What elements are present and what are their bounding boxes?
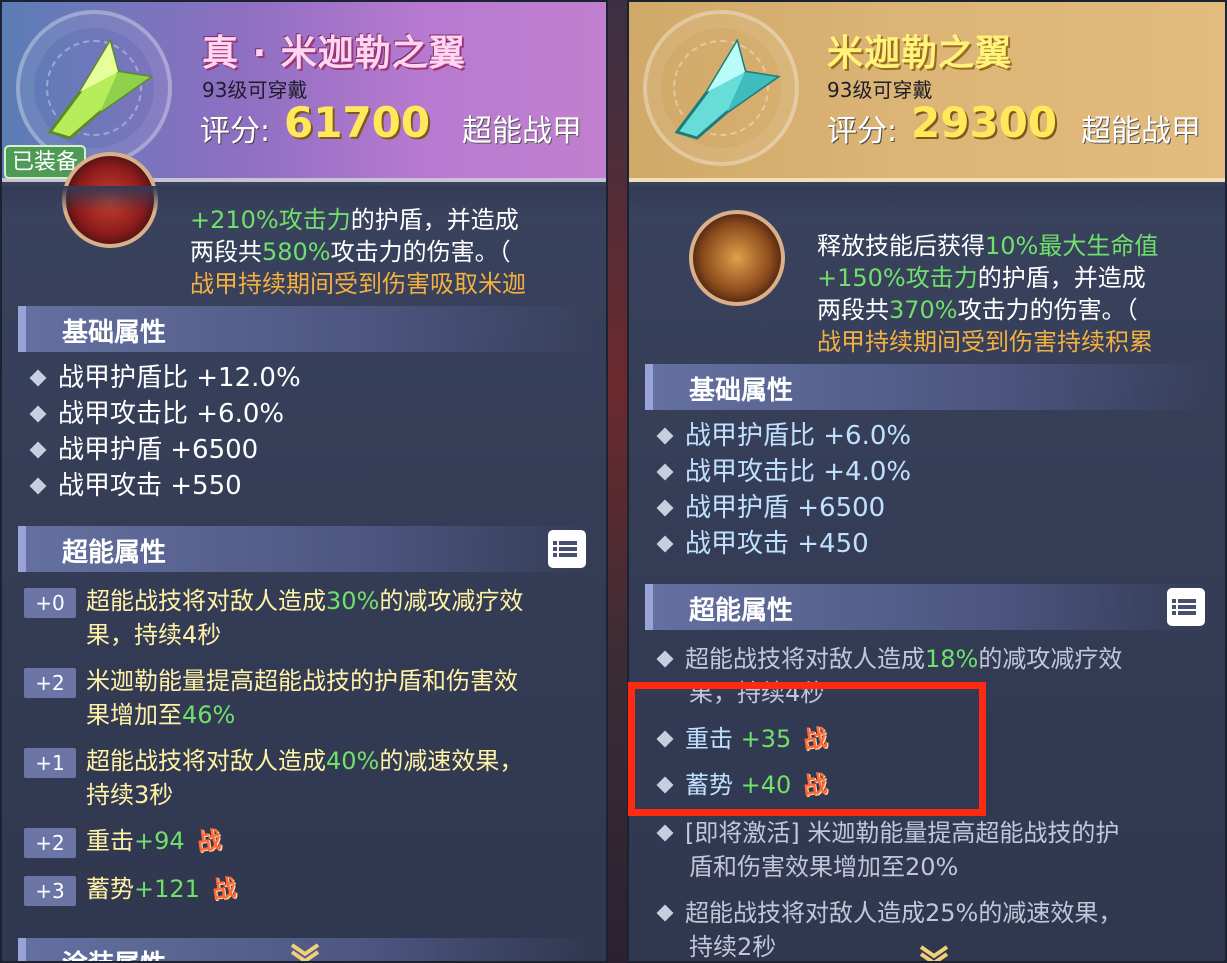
- enhance-badge: +3: [24, 876, 76, 906]
- super-attr-text: 超能战技将对敌人造成25%的减速效果，: [656, 896, 1122, 930]
- diamond-bullet-icon: [656, 427, 674, 445]
- super-attr-text: 持续3秒: [86, 781, 174, 809]
- item-title: 米迦勒之翼: [827, 33, 1013, 74]
- super-attr-text: [即将激活] 米迦勒能量提高超能战技的护: [656, 816, 1119, 850]
- enhance-badge: +1: [24, 748, 76, 778]
- wing-icon: [674, 38, 781, 140]
- super-attr-text: 米迦勒能量提高超能战技的护盾和伤害效: [86, 667, 518, 695]
- skill-description-line: 战甲持续期间受到伤害持续积累: [817, 328, 1153, 356]
- base-attr-row: 战甲护盾比 +12.0%: [29, 360, 301, 396]
- diamond-bullet-icon: [29, 441, 47, 459]
- section-super-attributes: 超能属性: [18, 526, 594, 572]
- skill-description-line: 两段共580%攻击力的伤害。（: [190, 238, 511, 266]
- base-attr-row: 战甲攻击比 +6.0%: [29, 396, 284, 432]
- diamond-bullet-icon: [656, 499, 674, 517]
- item-type: 超能战甲: [1081, 114, 1201, 149]
- enhance-badge: +2: [24, 668, 76, 698]
- score-value: 61700: [284, 98, 431, 147]
- base-attr-row: 战甲护盾比 +6.0%: [656, 418, 911, 454]
- score-label: 评分:: [827, 114, 898, 149]
- diamond-bullet-icon: [656, 535, 674, 553]
- wing-icon: [47, 38, 154, 140]
- enhance-badge: +0: [24, 588, 76, 618]
- highlight-box: [628, 682, 986, 816]
- skill-description-line: +150%攻击力的护盾，并造成: [817, 264, 1146, 292]
- super-attr-text: 盾和伤害效果增加至20%: [689, 853, 959, 881]
- skill-emblem-icon: [689, 210, 785, 306]
- item-header: 米迦勒之翼 93级可穿戴 评分: 29300 超能战甲: [629, 2, 1225, 182]
- chevron-down-icon[interactable]: [290, 942, 320, 962]
- background-strip: [605, 0, 629, 963]
- super-attr-text: 超能战技将对敌人造成18%的减攻减疗效: [656, 642, 1122, 676]
- skill-description-line: 两段共370%攻击力的伤害。（: [817, 296, 1138, 324]
- scroll-fade: [629, 186, 1225, 212]
- diamond-bullet-icon: [656, 904, 674, 922]
- combat-tag-icon: 战: [194, 825, 223, 857]
- equipped-item-panel: 真 · 米迦勒之翼 93级可穿戴 评分: 61700 超能战甲 已装备 +210…: [0, 0, 608, 963]
- enhance-badge: +2: [24, 828, 76, 858]
- base-attr-row: 战甲攻击 +450: [656, 526, 869, 562]
- diamond-bullet-icon: [29, 477, 47, 495]
- base-attr-row: 战甲攻击 +550: [29, 468, 242, 504]
- item-type: 超能战甲: [462, 114, 582, 149]
- super-attr-text: 重击+94 战: [86, 824, 223, 858]
- combat-tag-icon: 战: [210, 873, 238, 905]
- list-icon[interactable]: [548, 530, 586, 568]
- super-attr-text: 超能战技将对敌人造成40%的减速效果，: [86, 747, 524, 775]
- base-attr-row: 战甲护盾 +6500: [656, 490, 885, 526]
- super-attr-text: 果增加至46%: [86, 701, 236, 729]
- section-base-attributes: 基础属性: [18, 306, 594, 352]
- chevron-down-icon[interactable]: [919, 944, 949, 963]
- super-attr-text: 蓄势+121 战: [86, 872, 238, 906]
- base-attr-row: 战甲护盾 +6500: [29, 432, 258, 468]
- skill-description-line: 释放技能后获得10%最大生命值: [817, 232, 1159, 260]
- diamond-bullet-icon: [656, 463, 674, 481]
- score-value: 29300: [911, 98, 1058, 147]
- super-attr-text: 果，持续4秒: [86, 621, 222, 649]
- skill-description-line: 战甲持续期间受到伤害吸取米迦: [190, 270, 526, 298]
- score-label: 评分:: [200, 114, 271, 149]
- base-attr-row: 战甲攻击比 +4.0%: [656, 454, 911, 490]
- diamond-bullet-icon: [29, 369, 47, 387]
- item-title: 真 · 米迦勒之翼: [202, 33, 466, 74]
- super-attr-text: 持续2秒: [689, 933, 777, 961]
- section-super-attributes: 超能属性: [645, 584, 1213, 630]
- diamond-bullet-icon: [656, 650, 674, 668]
- section-base-attributes: 基础属性: [645, 364, 1213, 410]
- super-attr-text: 超能战技将对敌人造成30%的减攻减疗效: [86, 587, 524, 615]
- diamond-bullet-icon: [29, 405, 47, 423]
- compare-item-panel: 米迦勒之翼 93级可穿戴 评分: 29300 超能战甲 释放技能后获得10%最大…: [627, 0, 1227, 963]
- skill-description-line: +210%攻击力的护盾，并造成: [190, 206, 519, 234]
- diamond-bullet-icon: [656, 824, 674, 842]
- list-icon[interactable]: [1167, 588, 1205, 626]
